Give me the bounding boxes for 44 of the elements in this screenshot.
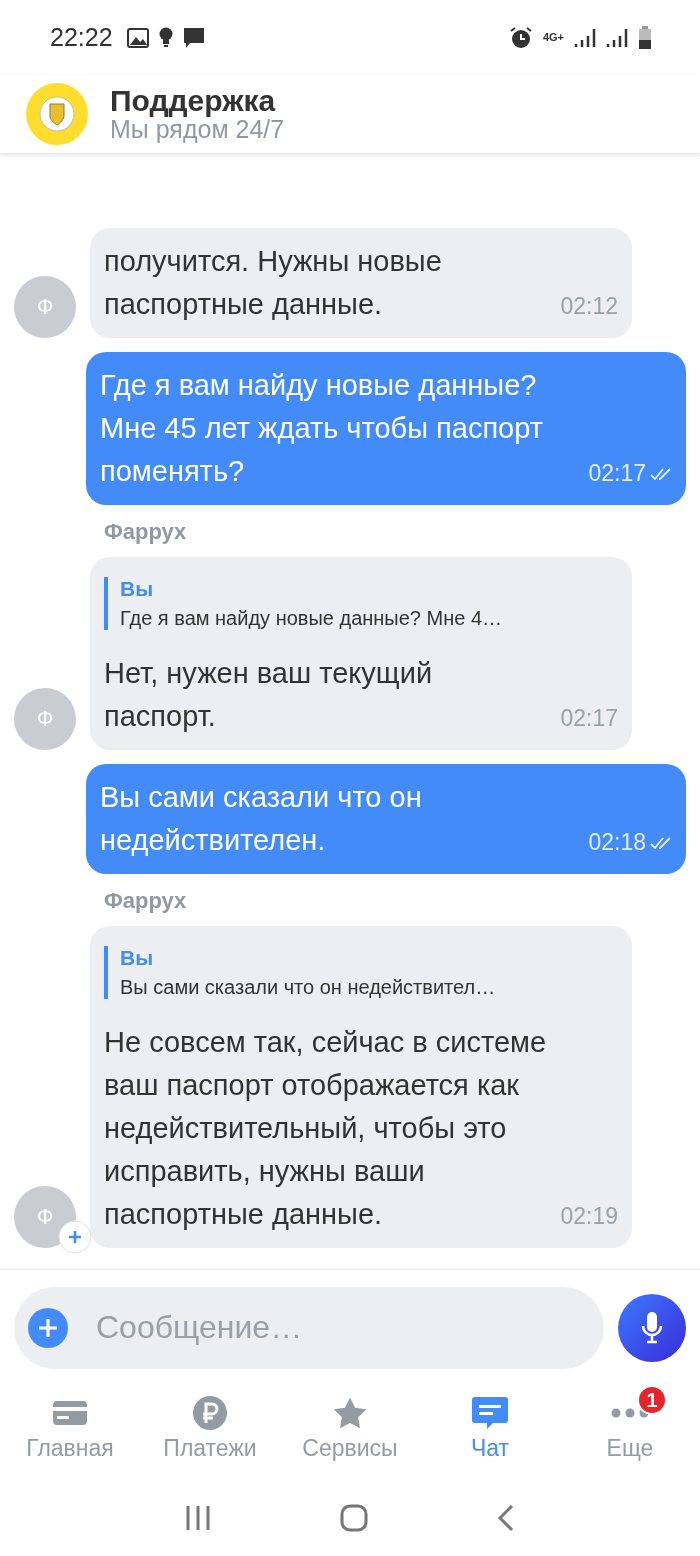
message-time: 02:17 [560, 707, 618, 730]
message-text: Где я вам найду новые данные? Мне 45 лет ждать чтобы паспорт поменять? [100, 368, 544, 489]
back-icon[interactable] [497, 1504, 516, 1532]
status-time: 22:22 [50, 23, 113, 52]
image-icon [126, 27, 149, 48]
message-time: 02:12 [560, 295, 618, 318]
bank-logo-icon [26, 83, 88, 145]
message-text: получится. Нужны новые паспортные данные. [104, 244, 443, 322]
message-icon [182, 26, 205, 49]
add-icon[interactable] [28, 1307, 68, 1348]
bulb-icon [158, 26, 173, 49]
star-icon [332, 1396, 368, 1430]
nav-tab[interactable]: Сервисы [280, 1385, 420, 1480]
network-label: 4G+ [542, 32, 564, 43]
message-text: Нет, нужен ваш текущий паспорт. [104, 656, 434, 734]
notification-badge: 1 [637, 1385, 667, 1415]
alarm-icon [508, 25, 533, 50]
signal-icon [574, 26, 596, 49]
message-time: 02:17 [588, 462, 672, 485]
chat-subtitle: Мы рядом 24/7 [110, 116, 285, 142]
chat-icon [471, 1395, 509, 1431]
quote-text: Вы сами сказали что он недействител… [120, 976, 497, 999]
nav-tab[interactable]: Главная [0, 1385, 140, 1480]
quote-text: Где я вам найду новые данные? Мне 4… [120, 607, 504, 630]
sender-name: Фаррух [103, 888, 188, 914]
ruble-icon [192, 1395, 228, 1431]
nav-tab[interactable]: Платежи [140, 1385, 280, 1480]
message-field[interactable]: Сообщение… [14, 1286, 604, 1369]
sender-name: Фаррух [103, 519, 188, 545]
message-text: Не совсем так, сейчас в системе ваш паспорт отображается как недействительный, чтобы это исправить, нужны ваши паспортные данные. [104, 1025, 547, 1232]
chat-title: Поддержка [110, 86, 277, 116]
battery-icon [638, 25, 652, 50]
nav-tab[interactable]: 1 Еще [560, 1385, 700, 1480]
message-time: 02:18 [588, 831, 672, 854]
recent-apps-icon[interactable] [184, 1504, 211, 1532]
nav-tab[interactable]: Чат [420, 1385, 560, 1480]
quote-author: Вы [120, 577, 155, 601]
message-text: Вы сами сказали что он недействителен. [100, 780, 423, 858]
home-icon[interactable] [340, 1504, 368, 1532]
signal-icon [606, 26, 628, 49]
quote-author: Вы [120, 946, 155, 970]
microphone-icon [640, 1309, 664, 1346]
message-time: 02:19 [560, 1205, 618, 1228]
card-icon [52, 1399, 88, 1427]
